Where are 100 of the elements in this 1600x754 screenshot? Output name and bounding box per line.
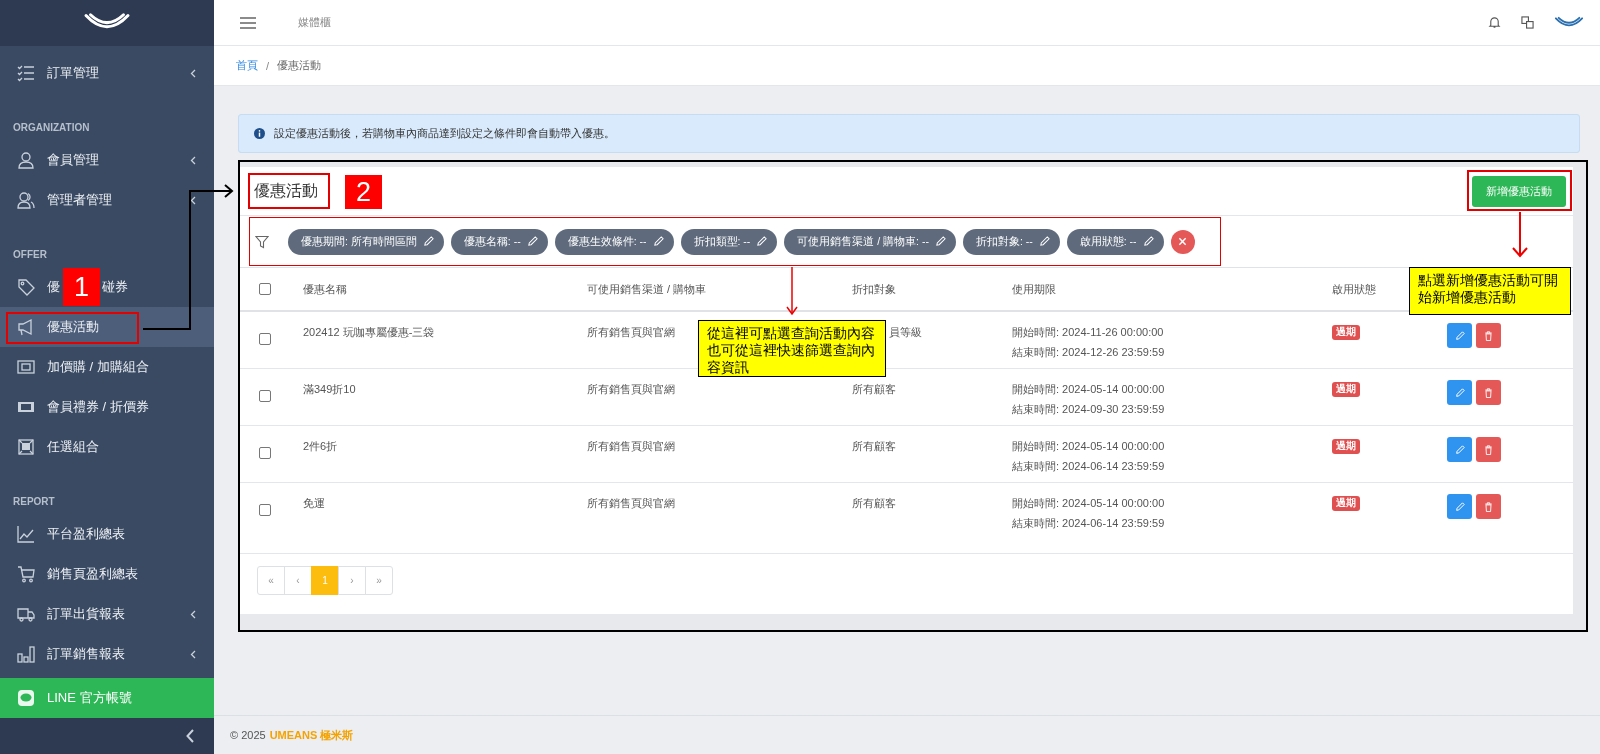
- collapse-icon[interactable]: [186, 729, 194, 743]
- sidebar-item[interactable]: 訂單管理: [0, 53, 214, 93]
- sidebar-item[interactable]: 會員管理: [0, 140, 214, 180]
- pencil-icon: [1454, 330, 1465, 341]
- delete-button[interactable]: [1476, 437, 1501, 462]
- filter-chip[interactable]: 可使用銷售渠道 / 購物車: --: [784, 228, 956, 255]
- sidebar-item[interactable]: 管理者管理: [0, 180, 214, 220]
- filter-icon[interactable]: [255, 234, 269, 249]
- brand-name: UMEANS 極米斯: [269, 727, 354, 743]
- column-header: 優惠名稱: [303, 281, 347, 297]
- table-cell: 所有銷售頁與官網: [587, 382, 675, 397]
- info-icon: [254, 128, 265, 139]
- status-badge: 過期: [1332, 325, 1360, 340]
- filter-chip[interactable]: 折扣類型: --: [680, 228, 778, 255]
- callout: 點選新增優惠活動可開始新增優惠活動: [1409, 267, 1571, 315]
- sidebar-item[interactable]: 任選組合: [0, 427, 214, 467]
- sidebar-item[interactable]: 銷售頁盈利總表: [0, 554, 214, 594]
- sidebar-item[interactable]: 加價購 / 加購組合: [0, 347, 214, 387]
- table-cell: 開始時間: 2024-05-14 00:00:00: [1012, 439, 1165, 454]
- menu-icon[interactable]: [240, 16, 256, 29]
- pencil-icon: [1454, 501, 1465, 512]
- table-cell: 所有銷售頁與官網: [587, 325, 675, 340]
- list-icon: [17, 64, 35, 82]
- column-header: 折扣對象: [852, 281, 896, 297]
- pencil-icon: [934, 236, 946, 247]
- table-cell: 所有銷售頁與官網: [587, 439, 675, 454]
- filter-chip[interactable]: 啟用狀態: --: [1066, 228, 1164, 255]
- pencil-icon: [756, 236, 768, 247]
- checkbox[interactable]: [259, 390, 271, 402]
- checkbox[interactable]: [259, 283, 271, 295]
- pencil-icon: [1454, 387, 1465, 398]
- arrow: [1512, 211, 1528, 258]
- checkbox[interactable]: [259, 447, 271, 459]
- bar-chart-icon: [17, 645, 35, 663]
- trash-icon: [1484, 387, 1493, 398]
- table-cell: 結束時間: 2024-09-30 23:59:59: [1012, 402, 1165, 417]
- chat-icon: [17, 689, 35, 707]
- table-cell: 員等級: [889, 325, 922, 340]
- sidebar-item[interactable]: 訂單銷售報表: [0, 634, 214, 674]
- pencil-icon: [422, 236, 434, 247]
- table-cell: 所有顧客: [852, 496, 896, 511]
- trash-icon: [1484, 330, 1493, 341]
- clear-filters-button[interactable]: [1170, 229, 1195, 254]
- page-button[interactable]: ›: [338, 566, 366, 595]
- status-badge: 過期: [1332, 439, 1360, 454]
- trash-icon: [1484, 501, 1493, 512]
- table-cell: 結束時間: 2024-06-14 23:59:59: [1012, 459, 1165, 474]
- sidebar-item-label[interactable]: 碰券: [102, 278, 128, 296]
- copyright-text: © 2025: [230, 729, 266, 741]
- close-icon: [1178, 237, 1188, 246]
- checkbox[interactable]: [259, 333, 271, 345]
- pencil-icon: [1038, 236, 1050, 247]
- table-cell: 結束時間: 2024-12-26 23:59:59: [1012, 345, 1165, 360]
- table-cell: 結束時間: 2024-06-14 23:59:59: [1012, 516, 1165, 531]
- user-icon: [17, 151, 35, 169]
- delete-button[interactable]: [1476, 380, 1501, 405]
- pencil-icon: [652, 236, 664, 247]
- table-cell: 2件6折: [303, 439, 338, 454]
- sidebar-item[interactable]: 平台盈利總表: [0, 514, 214, 554]
- status-badge: 過期: [1332, 496, 1360, 511]
- step-number: 1: [63, 268, 100, 306]
- breadcrumb-separator: /: [266, 59, 270, 72]
- table-cell: 免運: [303, 496, 325, 511]
- callout: 從這裡可點選查詢活動內容也可從這裡快速篩選查詢內容資訊: [698, 320, 886, 377]
- step-number: 2: [345, 175, 382, 209]
- sidebar-item-label[interactable]: 優: [47, 278, 60, 296]
- section-label: ORGANIZATION: [13, 122, 90, 133]
- filter-chip[interactable]: 優惠期間: 所有時間區間: [288, 228, 444, 255]
- section-label: OFFER: [13, 249, 47, 260]
- page-title: 媒體櫃: [298, 15, 331, 30]
- filter-chip[interactable]: 優惠名稱: --: [450, 228, 548, 255]
- ticket-icon: [17, 358, 35, 376]
- frame-icon: [17, 438, 35, 456]
- page-button[interactable]: «: [257, 566, 285, 595]
- column-header: 啟用狀態: [1332, 281, 1376, 297]
- trash-icon: [1484, 444, 1493, 455]
- sidebar-item[interactable]: 訂單出貨報表: [0, 594, 214, 634]
- table-cell: 開始時間: 2024-05-14 00:00:00: [1012, 496, 1165, 511]
- status-badge: 過期: [1332, 382, 1360, 397]
- card-title: 優惠活動: [254, 180, 318, 201]
- filter-chip[interactable]: 優惠生效條件: --: [554, 228, 674, 255]
- section-label: REPORT: [13, 496, 55, 507]
- breadcrumb-link[interactable]: 首頁: [236, 58, 258, 73]
- pencil-icon: [1142, 236, 1154, 247]
- page-button[interactable]: »: [365, 566, 393, 595]
- arrow: [786, 266, 798, 316]
- table-cell: 202412 玩咖專屬優惠-三袋: [303, 325, 435, 340]
- delete-button[interactable]: [1476, 494, 1501, 519]
- users-icon: [17, 191, 35, 209]
- copy-icon[interactable]: [1521, 16, 1534, 29]
- cart-icon: [17, 565, 35, 583]
- sidebar-item[interactable]: 會員禮券 / 折價券: [0, 387, 214, 427]
- checkbox[interactable]: [259, 504, 271, 516]
- table-cell: 滿349折10: [303, 382, 356, 397]
- bell-icon[interactable]: [1488, 16, 1501, 29]
- filter-chip[interactable]: 折扣對象: --: [962, 228, 1060, 255]
- delete-button[interactable]: [1476, 323, 1501, 348]
- pencil-icon: [1454, 444, 1465, 455]
- page-button[interactable]: ‹: [284, 566, 312, 595]
- sidebar-item[interactable]: 優惠活動: [0, 307, 214, 347]
